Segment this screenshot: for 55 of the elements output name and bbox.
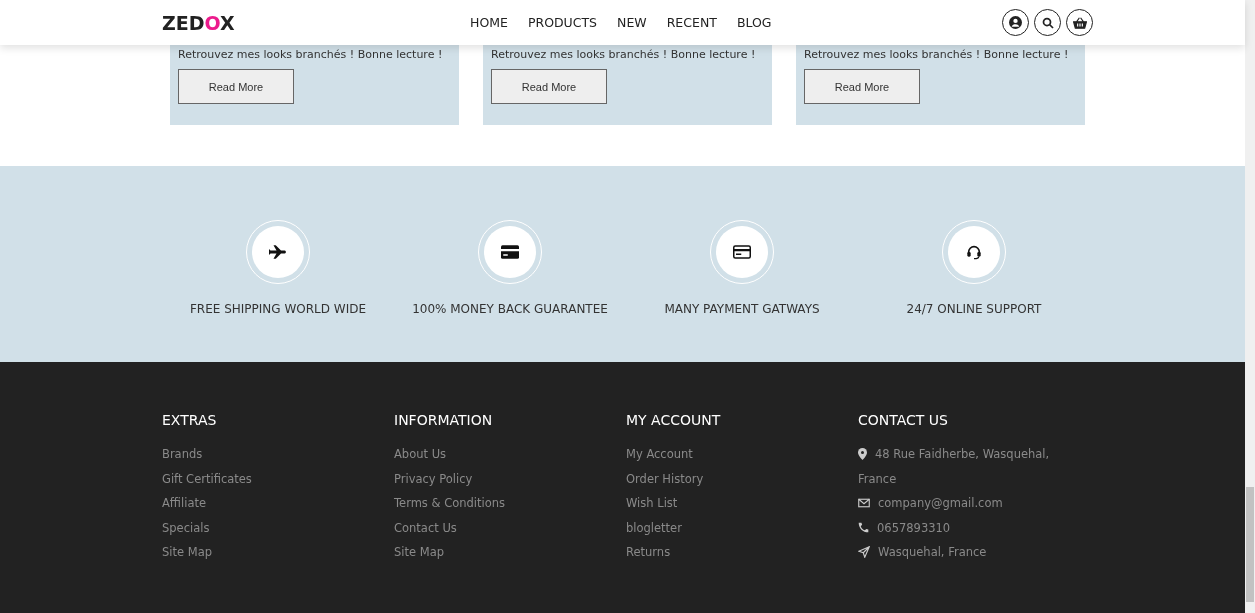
footer-link[interactable]: Contact Us <box>394 515 626 540</box>
footer-link[interactable]: Order History <box>626 466 858 491</box>
paper-plane-icon <box>858 546 870 559</box>
nav-link[interactable]: NEW <box>617 15 647 30</box>
footer-heading: INFORMATION <box>394 412 494 428</box>
footer-heading: EXTRAS <box>162 412 218 428</box>
read-more-button[interactable]: Read More <box>491 69 607 104</box>
envelope-icon <box>858 498 870 509</box>
feature-label: FREE SHIPPING WORLD WIDE <box>189 302 367 316</box>
footer-link[interactable]: Returns <box>626 540 858 565</box>
contact-text: 48 Rue Faidherbe, Wasquehal, <box>875 446 1050 463</box>
location-pin-icon <box>858 448 867 461</box>
footer-link[interactable]: Wish List <box>626 491 858 516</box>
payment-card-icon <box>733 245 751 259</box>
scrollbar[interactable] <box>1245 0 1255 613</box>
footer-link[interactable]: Gift Certificates <box>162 466 394 491</box>
nav-link[interactable]: RECENT <box>666 15 717 30</box>
logo[interactable]: ZEDOX <box>162 11 470 34</box>
footer-heading: CONTACT US <box>858 412 949 428</box>
footer-link[interactable]: Brands <box>162 442 394 467</box>
search-button[interactable] <box>1034 9 1061 36</box>
phone-icon <box>858 522 869 534</box>
footer-link[interactable]: My Account <box>626 442 858 467</box>
user-button[interactable] <box>1002 9 1029 36</box>
read-more-button[interactable]: Read More <box>804 69 920 104</box>
user-icon <box>1009 16 1022 29</box>
read-more-button[interactable]: Read More <box>178 69 294 104</box>
footer-link[interactable]: Affiliate <box>162 491 394 516</box>
contact-text: Wasquehal, France <box>878 544 987 561</box>
nav-link[interactable]: HOME <box>470 15 508 30</box>
basket-button[interactable] <box>1066 9 1093 36</box>
contact-text: France <box>858 470 897 488</box>
basket-icon <box>1072 16 1087 29</box>
feature-label: 100% MONEY BACK GUARANTEE <box>412 302 608 316</box>
footer-link[interactable]: About Us <box>394 442 626 467</box>
footer-link[interactable]: Site Map <box>162 540 394 565</box>
footer-link[interactable]: Site Map <box>394 540 626 565</box>
footer-link[interactable]: Specials <box>162 515 394 540</box>
blog-excerpt: Retrouvez mes looks branchés ! Bonne lecture ! <box>804 47 1070 63</box>
contact-text: 0657893310 <box>877 519 951 537</box>
feature-label: MANY PAYMENT GATWAYS <box>664 302 820 316</box>
search-icon <box>1041 16 1054 29</box>
airplane-icon <box>269 244 287 260</box>
footer-link[interactable]: blogletter <box>626 515 858 540</box>
credit-card-icon <box>501 245 519 259</box>
blog-excerpt: Retrouvez mes looks branchés ! Bonne lecture ! <box>178 47 444 63</box>
nav-link[interactable]: PRODUCTS <box>527 15 598 30</box>
footer-heading: MY ACCOUNT <box>626 412 722 428</box>
headset-icon <box>966 244 982 260</box>
feature-label: 24/7 ONLINE SUPPORT <box>906 302 1042 316</box>
footer-link[interactable]: Privacy Policy <box>394 466 626 491</box>
contact-text: company@gmail.com <box>878 495 1003 512</box>
blog-excerpt: Retrouvez mes looks branchés ! Bonne lecture ! <box>491 47 757 63</box>
nav-link[interactable]: BLOG <box>736 15 772 30</box>
footer-link[interactable]: Terms & Conditions <box>394 491 626 516</box>
